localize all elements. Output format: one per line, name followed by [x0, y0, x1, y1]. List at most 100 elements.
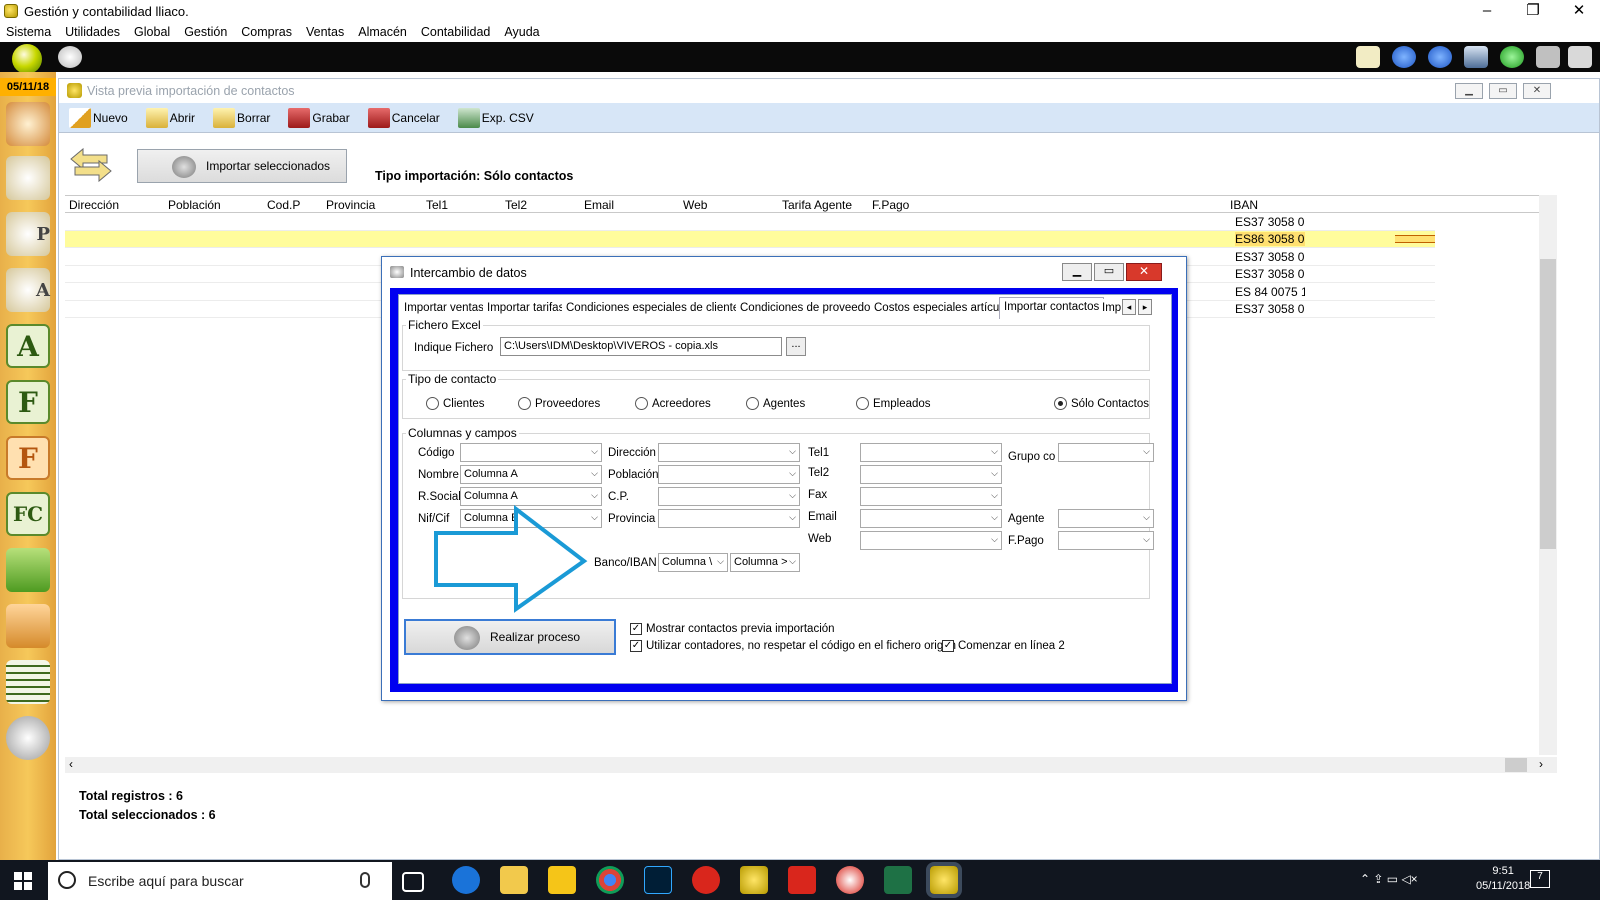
taskbar-clock[interactable]: 9:51 05/11/2018: [1476, 864, 1530, 894]
child-restore-button[interactable]: ▭: [1489, 83, 1517, 99]
menu-sistema[interactable]: Sistema: [6, 25, 51, 39]
tab-importar-ventas[interactable]: Importar ventas: [400, 299, 488, 319]
task-view-icon[interactable]: [402, 872, 424, 892]
file-explorer-icon[interactable]: [548, 866, 576, 894]
table-row[interactable]: ES37 3058 028: [65, 214, 1435, 231]
col-web[interactable]: Web: [683, 198, 707, 212]
exchange-arrows-icon[interactable]: [67, 145, 115, 185]
mail-app-icon[interactable]: [500, 866, 528, 894]
forward-arrow-icon[interactable]: [1428, 46, 1452, 68]
cancelar-button[interactable]: Cancelar: [367, 107, 440, 128]
banco-combo[interactable]: Columna \ ⌵: [658, 553, 728, 572]
edge-icon[interactable]: [452, 866, 480, 894]
help-icon[interactable]: [1500, 46, 1524, 68]
windows-list-icon[interactable]: [1464, 46, 1488, 68]
grupo-combo[interactable]: ⌵: [1058, 443, 1154, 462]
fc-icon[interactable]: FC: [6, 492, 50, 536]
horizontal-scrollbar[interactable]: ‹ ›: [65, 757, 1557, 773]
col-tel2[interactable]: Tel2: [505, 198, 527, 212]
dx-app-icon[interactable]: [692, 866, 720, 894]
exit-icon[interactable]: [1568, 46, 1592, 68]
disc-wand-icon[interactable]: [6, 716, 50, 760]
menu-gestion[interactable]: Gestión: [184, 25, 227, 39]
web-combo[interactable]: ⌵: [860, 531, 1002, 550]
agente-combo[interactable]: ⌵: [1058, 509, 1154, 528]
excel-icon[interactable]: [884, 866, 912, 894]
tray-icons[interactable]: ⌃ ⇪ ▭ ◁×: [1360, 872, 1418, 886]
dx-app-2-icon[interactable]: [788, 866, 816, 894]
table-row-selected[interactable]: ES86 3058 028: [65, 231, 1435, 248]
radio-solo-contactos[interactable]: Sólo Contactos: [1054, 397, 1149, 410]
browse-button[interactable]: ...: [786, 337, 806, 356]
scroll-left-icon[interactable]: ‹: [69, 757, 73, 771]
restore-button[interactable]: ❐: [1510, 0, 1556, 22]
direccion-combo[interactable]: ⌵: [658, 443, 800, 462]
menu-contabilidad[interactable]: Contabilidad: [421, 25, 491, 39]
tab-condiciones-clientes[interactable]: Condiciones especiales de clientes: [562, 299, 749, 319]
menu-almacen[interactable]: Almacén: [358, 25, 407, 39]
photoshop-icon[interactable]: [644, 866, 672, 894]
person-icon[interactable]: [6, 156, 50, 200]
col-email[interactable]: Email: [584, 198, 614, 212]
radio-empleados[interactable]: Empleados: [856, 397, 931, 410]
tel2-combo[interactable]: ⌵: [860, 465, 1002, 484]
contacts-group-icon[interactable]: [6, 102, 50, 146]
radio-clientes[interactable]: Clientes: [426, 397, 485, 410]
run-process-button[interactable]: Realizar proceso: [404, 619, 616, 655]
col-codp[interactable]: Cod.P: [267, 198, 300, 212]
col-tel1[interactable]: Tel1: [426, 198, 448, 212]
home-orb-icon[interactable]: [12, 44, 42, 74]
dialog-maximize-button[interactable]: ▭: [1094, 263, 1124, 281]
menu-utilidades[interactable]: Utilidades: [65, 25, 120, 39]
tel1-combo[interactable]: ⌵: [860, 443, 1002, 462]
tab-importar-tarifas[interactable]: Importar tarifas: [483, 299, 569, 319]
fpago-combo[interactable]: ⌵: [1058, 531, 1154, 550]
tab-scroll-right-icon[interactable]: ▸: [1138, 299, 1152, 315]
tab-condiciones-proveedor[interactable]: Condiciones de proveedor: [736, 299, 879, 319]
provincia-combo[interactable]: ⌵: [658, 509, 800, 528]
col-provincia[interactable]: Provincia: [326, 198, 375, 212]
mail-icon[interactable]: [1356, 46, 1380, 68]
letter-a-icon[interactable]: A: [6, 324, 50, 368]
printer-icon[interactable]: [58, 46, 82, 68]
close-button[interactable]: ✕: [1556, 0, 1600, 22]
tab-imp-truncated[interactable]: Imp: [1100, 299, 1122, 319]
scroll-right-icon[interactable]: ›: [1539, 757, 1543, 771]
radio-agentes[interactable]: Agentes: [746, 397, 805, 410]
nuevo-button[interactable]: Nuevo: [69, 107, 128, 128]
col-iban[interactable]: IBAN: [1230, 198, 1258, 212]
col-fpago[interactable]: F.Pago: [872, 198, 909, 212]
fax-combo[interactable]: ⌵: [860, 487, 1002, 506]
codigo-combo[interactable]: ⌵: [460, 443, 602, 462]
borrar-button[interactable]: Borrar: [213, 107, 270, 128]
menu-ayuda[interactable]: Ayuda: [504, 25, 539, 39]
radio-proveedores[interactable]: Proveedores: [518, 397, 600, 410]
child-close-button[interactable]: ✕: [1523, 83, 1551, 99]
menu-global[interactable]: Global: [134, 25, 170, 39]
media-app-icon[interactable]: [836, 866, 864, 894]
grabar-button[interactable]: Grabar: [288, 107, 350, 128]
col-poblacion[interactable]: Población: [168, 198, 221, 212]
microphone-icon[interactable]: [360, 872, 370, 888]
file-path-input[interactable]: C:\Users\IDM\Desktop\VIVEROS - copia.xls: [500, 337, 782, 356]
letter-f-icon[interactable]: F: [6, 380, 50, 424]
vertical-scroll-thumb[interactable]: [1540, 259, 1556, 549]
col-tarifa-agente[interactable]: Tarifa Agente: [782, 198, 852, 212]
tab-scroll-left-icon[interactable]: ◂: [1122, 299, 1136, 315]
exp-csv-button[interactable]: Exp. CSV: [457, 107, 534, 128]
use-counters-checkbox[interactable]: ✓ Utilizar contadores, no respetar el cód…: [630, 640, 956, 652]
close-window-icon[interactable]: [1536, 46, 1560, 68]
radio-acreedores[interactable]: Acreedores: [635, 397, 711, 410]
start-line2-checkbox[interactable]: ✓ Comenzar en línea 2: [942, 640, 1065, 652]
rsocial-combo[interactable]: Columna A ⌵: [460, 487, 602, 506]
abrir-button[interactable]: Abrir: [145, 107, 195, 128]
notification-center-icon[interactable]: 7: [1530, 870, 1550, 888]
person-p-icon[interactable]: P: [6, 212, 50, 256]
bag-green-icon[interactable]: [6, 548, 50, 592]
child-minimize-button[interactable]: ▁: [1455, 83, 1483, 99]
poblacion-combo[interactable]: ⌵: [658, 465, 800, 484]
dialog-minimize-button[interactable]: ▁: [1062, 263, 1092, 281]
bag-orange-icon[interactable]: [6, 604, 50, 648]
email-combo[interactable]: ⌵: [860, 509, 1002, 528]
tab-importar-contactos[interactable]: Importar contactos: [999, 297, 1105, 319]
